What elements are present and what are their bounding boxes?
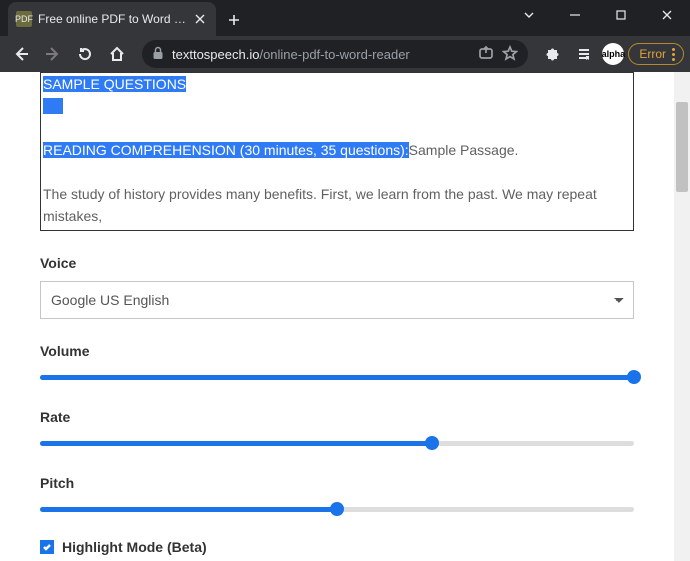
selected-text: READING COMPREHENSION (30 minutes, 35 qu… — [43, 142, 409, 158]
window-dropdown-button[interactable] — [506, 0, 552, 30]
rate-slider[interactable] — [40, 435, 634, 451]
selected-blank-line — [43, 98, 63, 114]
check-icon — [42, 542, 52, 552]
chevron-down-icon — [523, 9, 535, 21]
text-input-area[interactable]: SAMPLE QUESTIONS READING COMPREHENSION (… — [40, 72, 634, 231]
list-icon — [576, 46, 592, 62]
star-icon — [502, 45, 518, 61]
rate-thumb[interactable] — [425, 436, 439, 450]
nav-back-button[interactable] — [6, 39, 36, 69]
reading-list-button[interactable] — [570, 40, 598, 68]
plus-icon — [228, 14, 240, 26]
tab-favicon: PDF — [16, 11, 32, 27]
window-maximize-button[interactable] — [598, 0, 644, 30]
pitch-slider[interactable] — [40, 501, 634, 517]
close-icon — [195, 14, 205, 24]
close-icon — [661, 9, 673, 21]
url-host: texttospeech.io — [172, 47, 259, 62]
volume-slider[interactable] — [40, 369, 634, 385]
browser-toolbar: texttospeech.io/online-pdf-to-word-reade… — [0, 36, 690, 72]
reload-icon — [77, 46, 93, 62]
body-text: but, at least, we have the opportunity t… — [43, 227, 631, 231]
rate-label: Rate — [40, 409, 634, 425]
puzzle-icon — [544, 46, 560, 62]
body-text: Sample Passage. — [409, 142, 519, 158]
tab-close-button[interactable] — [192, 11, 208, 27]
window-close-button[interactable] — [644, 0, 690, 30]
window-controls — [506, 0, 690, 30]
page-content: SAMPLE QUESTIONS READING COMPREHENSION (… — [0, 72, 674, 561]
browser-titlebar: PDF Free online PDF to Word Speech — [0, 0, 690, 36]
new-tab-button[interactable] — [220, 6, 248, 34]
selected-text: SAMPLE QUESTIONS — [43, 76, 186, 92]
highlight-checkbox[interactable] — [40, 540, 54, 554]
share-button[interactable] — [478, 45, 494, 64]
voice-select[interactable]: Google US English — [40, 281, 634, 319]
bookmark-button[interactable] — [502, 45, 518, 64]
page-viewport: SAMPLE QUESTIONS READING COMPREHENSION (… — [0, 72, 690, 561]
pitch-thumb[interactable] — [330, 502, 344, 516]
url-text: texttospeech.io/online-pdf-to-word-reade… — [172, 47, 470, 62]
arrow-left-icon — [12, 45, 30, 63]
nav-reload-button[interactable] — [70, 39, 100, 69]
vertical-scrollbar[interactable] — [674, 72, 690, 561]
lock-icon — [152, 46, 164, 63]
volume-thumb[interactable] — [627, 370, 641, 384]
body-text: The study of history provides many benef… — [43, 183, 631, 227]
address-bar[interactable]: texttospeech.io/online-pdf-to-word-reade… — [142, 40, 528, 68]
volume-label: Volume — [40, 343, 634, 359]
share-icon — [478, 45, 494, 61]
toolbar-right: alpha Error — [538, 40, 684, 68]
nav-home-button[interactable] — [102, 39, 132, 69]
nav-forward-button[interactable] — [38, 39, 68, 69]
pitch-label: Pitch — [40, 475, 634, 491]
browser-menu-error[interactable]: Error — [628, 43, 684, 65]
maximize-icon — [616, 10, 626, 20]
kebab-icon — [672, 48, 675, 61]
error-label: Error — [639, 47, 666, 61]
browser-tab[interactable]: PDF Free online PDF to Word Speech — [8, 2, 216, 36]
voice-label: Voice — [40, 255, 634, 271]
highlight-label: Highlight Mode (Beta) — [62, 539, 207, 555]
minimize-icon — [569, 9, 581, 21]
home-icon — [109, 46, 125, 62]
profile-avatar[interactable]: alpha — [602, 43, 624, 65]
tab-title: Free online PDF to Word Speech — [38, 12, 186, 26]
rate-fill — [40, 441, 432, 446]
volume-fill — [40, 375, 634, 380]
window-minimize-button[interactable] — [552, 0, 598, 30]
pitch-fill — [40, 507, 337, 512]
arrow-right-icon — [44, 45, 62, 63]
scrollbar-thumb[interactable] — [676, 102, 688, 192]
url-path: /online-pdf-to-word-reader — [259, 47, 409, 62]
extensions-button[interactable] — [538, 40, 566, 68]
